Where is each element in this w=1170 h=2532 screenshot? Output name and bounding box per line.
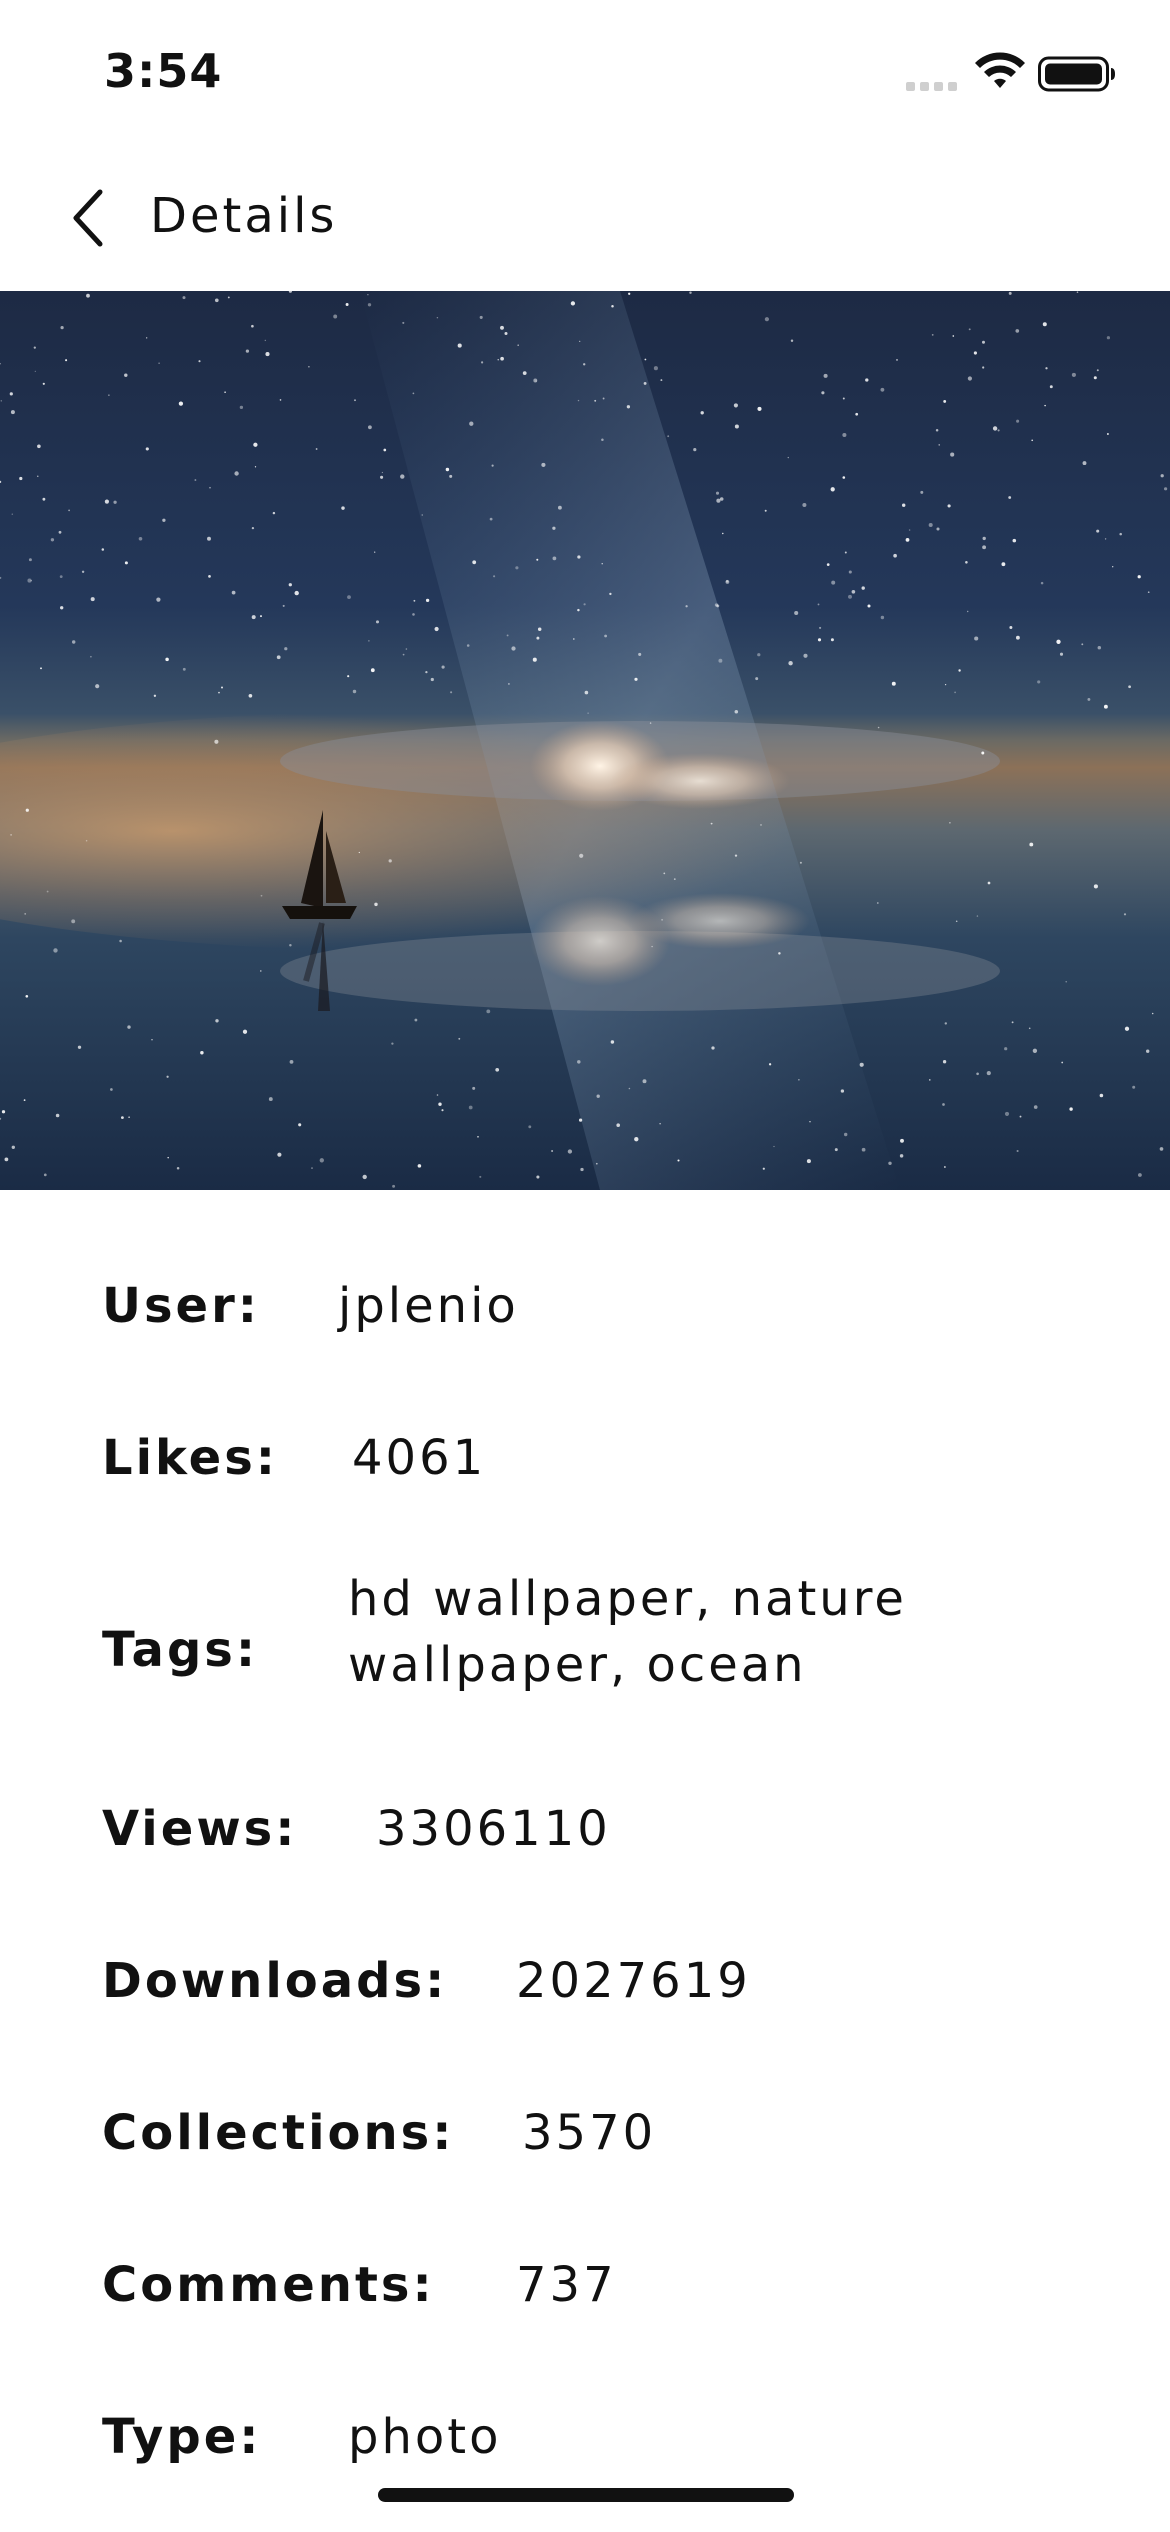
detail-row-downloads: Downloads: 2027619 bbox=[102, 1945, 1170, 2025]
likes-label: Likes: bbox=[102, 1430, 278, 1486]
wallpaper-image bbox=[0, 291, 1170, 1190]
home-indicator[interactable] bbox=[378, 2488, 794, 2502]
views-label: Views: bbox=[102, 1801, 298, 1857]
battery-icon bbox=[1038, 56, 1115, 92]
detail-row-likes: Likes: 4061 bbox=[102, 1422, 1170, 1502]
type-label: Type: bbox=[102, 2409, 262, 2465]
details-list: User: jplenio Likes: 4061 Tags: hd wallp… bbox=[0, 1190, 1170, 2490]
likes-value: 4061 bbox=[352, 1430, 487, 1486]
tags-value: hd wallpaper, nature wallpaper, ocean bbox=[348, 1571, 907, 1693]
page-title: Details bbox=[150, 188, 338, 244]
detail-row-tags: Tags: hd wallpaper, nature wallpaper, oc… bbox=[102, 1566, 1170, 1716]
detail-row-user: User: jplenio bbox=[102, 1270, 1170, 1350]
downloads-value: 2027619 bbox=[516, 1953, 751, 2009]
comments-label: Comments: bbox=[102, 2257, 435, 2313]
type-value: photo bbox=[348, 2409, 502, 2465]
collections-label: Collections: bbox=[102, 2105, 455, 2161]
comments-value: 737 bbox=[516, 2257, 617, 2313]
detail-row-comments: Comments: 737 bbox=[102, 2249, 1170, 2329]
user-label: User: bbox=[102, 1278, 260, 1334]
back-button[interactable] bbox=[56, 178, 152, 258]
navigation-bar: Details bbox=[0, 150, 1170, 290]
wifi-icon bbox=[975, 52, 1025, 88]
downloads-label: Downloads: bbox=[102, 1953, 448, 2009]
status-time: 3:54 bbox=[104, 44, 223, 98]
collections-value: 3570 bbox=[522, 2105, 657, 2161]
detail-row-views: Views: 3306110 bbox=[102, 1793, 1170, 1873]
status-bar: 3:54 bbox=[0, 0, 1170, 150]
detail-row-collections: Collections: 3570 bbox=[102, 2097, 1170, 2177]
chevron-left-icon bbox=[73, 189, 103, 247]
user-value: jplenio bbox=[338, 1278, 519, 1334]
tags-label: Tags: bbox=[102, 1622, 259, 1678]
detail-row-type: Type: photo bbox=[102, 2401, 1170, 2481]
cellular-signal-icon bbox=[906, 82, 957, 91]
views-value: 3306110 bbox=[376, 1801, 611, 1857]
